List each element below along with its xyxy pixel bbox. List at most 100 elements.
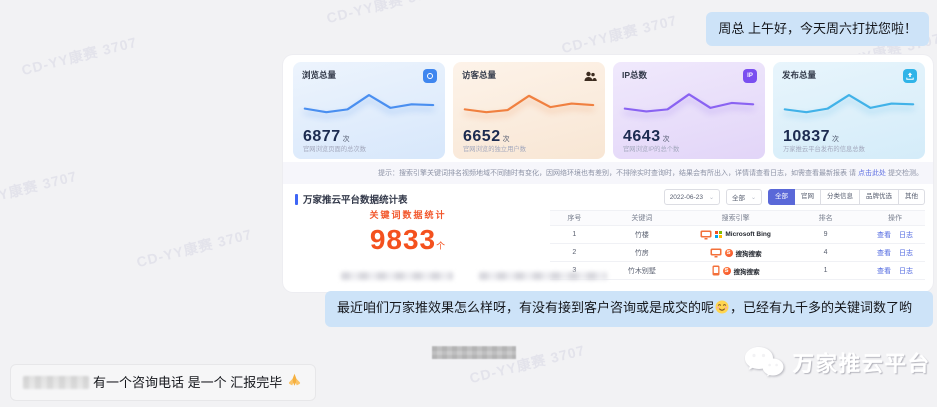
card-title: IP总数 [622, 69, 756, 81]
scope-select-value: 全部 [732, 192, 745, 202]
table-header-row: 序号 关键词 搜索引擎 排名 操作 [550, 210, 925, 226]
visitors-icon [583, 69, 597, 83]
tip-strip: 提示：搜索引擎关键词排名视频地域不同随时有变化，因网络环境也有差别，不排除实时查… [283, 162, 933, 184]
wechat-logo-icon [744, 346, 784, 380]
card-title: 访客总量 [462, 69, 596, 81]
tip-text: 提示：搜索引擎关键词排名视频地域不同随时有变化，因网络环境也有差别，不排除实时查… [378, 168, 856, 178]
censored-text-box [432, 346, 516, 359]
date-select-value: 2022-06-23 [670, 194, 703, 201]
chevron-down-icon: ⌄ [751, 194, 756, 201]
card-value: 6877 [303, 128, 341, 145]
chat-bubble-greeting: 周总 上午好，今天周六打扰您啦！ [706, 12, 929, 46]
blurred-footer-text [479, 272, 607, 280]
filter-button-all[interactable]: 全部 [768, 189, 795, 205]
keyword-table: 序号 关键词 搜索引擎 排名 操作 1 竹楼 Microsoft Bing 9 [550, 210, 925, 280]
section-header: 万家推云平台数据统计表 [295, 192, 408, 206]
keyword-total-label: 关键词数据统计 [313, 208, 503, 221]
filter-controls: 2022-06-23 ⌄ 全部 ⌄ 全部 官网 分类信息 品牌优选 其他 [664, 189, 925, 205]
filter-button-group: 全部 官网 分类信息 品牌优选 其他 [768, 189, 925, 205]
watermark: CD-YY康赛 3707 [324, 0, 444, 28]
filter-button-other[interactable]: 其他 [899, 189, 925, 205]
filter-button-brand[interactable]: 品牌优选 [860, 189, 899, 205]
view-link[interactable]: 查看 [877, 248, 891, 258]
card-publish-total: 发布总量 10837次 万家推云平台发布的信息总数 [773, 62, 925, 159]
greeting-text: 周总 上午好，今天周六打扰您啦！ [718, 21, 917, 36]
col-header: 搜索引擎 [685, 213, 786, 223]
chat-screen: CD-YY康赛 3707 CD-YY康赛 3707 CD-YY康赛 3707 C… [0, 0, 937, 407]
card-visitors: 访客总量 6652次 官网浏览的独立用户数 [453, 62, 605, 159]
row-keyword: 竹房 [599, 248, 685, 258]
card-value: 6652 [463, 128, 501, 145]
desktop-device-icon [710, 248, 722, 258]
scope-select[interactable]: 全部 ⌄ [726, 189, 762, 205]
watermark: CD-YY康赛 3707 [19, 32, 139, 80]
view-link[interactable]: 查看 [877, 266, 891, 276]
watermark: CD-YY康赛 3707 [559, 10, 679, 58]
eye-icon [423, 69, 437, 83]
chat-bubble-question: 最近咱们万家推效果怎么样呀，有没有接到客户咨询或是成交的呢 ，已经有九千多的关键词… [325, 291, 933, 327]
watermark: CD-YY康赛 3707 [0, 166, 79, 214]
chat-bubble-reply: 有一个咨询电话 是一个 汇报完毕 [10, 364, 316, 401]
reply-text: 有一个咨询电话 是一个 汇报完毕 [93, 374, 282, 392]
card-unit: 次 [832, 136, 840, 143]
keyword-total-unit: 个 [436, 241, 446, 251]
card-value: 4643 [623, 128, 661, 145]
watermark: CD-YY康赛 3707 [134, 224, 254, 272]
blurred-footer-text [341, 272, 453, 280]
blurred-text-chip [23, 376, 89, 389]
filter-button-classified[interactable]: 分类信息 [821, 189, 860, 205]
card-unit: 次 [343, 136, 351, 143]
row-rank: 4 [786, 249, 865, 256]
log-link[interactable]: 日志 [899, 248, 913, 258]
folded-hands-emoji [287, 373, 302, 392]
desktop-device-icon [700, 230, 712, 240]
stat-cards-row: 浏览总量 6877次 官网浏览页面的总次数 访客总量 6652次 官网浏览的独立… [293, 62, 925, 159]
card-unit: 次 [663, 136, 671, 143]
sparkline-chart [465, 83, 593, 125]
tip-suffix: 提交检测。 [888, 168, 923, 178]
question-text-part1: 最近咱们万家推效果怎么样呀，有没有接到客户咨询或是成交的呢 [337, 300, 714, 315]
card-page-views: 浏览总量 6877次 官网浏览页面的总次数 [293, 62, 445, 159]
card-desc: 万家推云平台发布的信息总数 [783, 145, 865, 154]
sparkline-chart [305, 83, 433, 125]
table-row: 2 竹房 S 搜狗搜索 4 查看 日志 [550, 244, 925, 262]
view-link[interactable]: 查看 [877, 230, 891, 240]
table-row: 1 竹楼 Microsoft Bing 9 查看 日志 [550, 226, 925, 244]
keyword-total-value: 9833 [370, 224, 436, 255]
row-keyword: 竹木别墅 [599, 266, 685, 276]
log-link[interactable]: 日志 [899, 230, 913, 240]
card-value: 10837 [783, 128, 830, 145]
col-header: 操作 [865, 213, 925, 223]
card-desc: 官网浏览页面的总次数 [303, 145, 366, 154]
brand-logo: 万家推云平台 [744, 346, 931, 380]
card-desc: 官网浏览IP的总个数 [623, 145, 679, 154]
tip-link[interactable]: 点击此处 [858, 168, 886, 178]
card-title: 发布总量 [782, 69, 916, 81]
row-index: 2 [550, 249, 599, 256]
card-desc: 官网浏览的独立用户数 [463, 145, 526, 154]
row-rank: 9 [786, 231, 865, 238]
date-select[interactable]: 2022-06-23 ⌄ [664, 189, 720, 205]
row-index: 1 [550, 231, 599, 238]
sogou-logo: S [725, 249, 733, 257]
question-text-part2: ，已经有九千多的关键词数了哟 [730, 300, 912, 315]
publish-upload-icon [903, 69, 917, 83]
engine-name: Microsoft Bing [725, 231, 771, 238]
dashboard-panel: 浏览总量 6877次 官网浏览页面的总次数 访客总量 6652次 官网浏览的独立… [283, 55, 933, 292]
row-keyword: 竹楼 [599, 230, 685, 240]
brand-name-text: 万家推云平台 [793, 348, 931, 378]
card-unit: 次 [503, 136, 511, 143]
keyword-total-block: 关键词数据统计 9833个 [313, 208, 503, 256]
ip-icon: IP [743, 69, 757, 83]
bing-logo [715, 231, 722, 238]
section-accent-bar [295, 194, 298, 205]
card-title: 浏览总量 [302, 69, 436, 81]
card-ip-count: IP总数 IP 4643次 官网浏览IP的总个数 [613, 62, 765, 159]
engine-name: 搜狗搜索 [734, 266, 760, 276]
filter-button-site[interactable]: 官网 [795, 189, 821, 205]
sparkline-chart [785, 83, 913, 125]
engine-name: 搜狗搜索 [736, 248, 762, 258]
log-link[interactable]: 日志 [899, 266, 913, 276]
sparkline-chart [625, 83, 753, 125]
smile-blush-emoji [715, 300, 729, 319]
